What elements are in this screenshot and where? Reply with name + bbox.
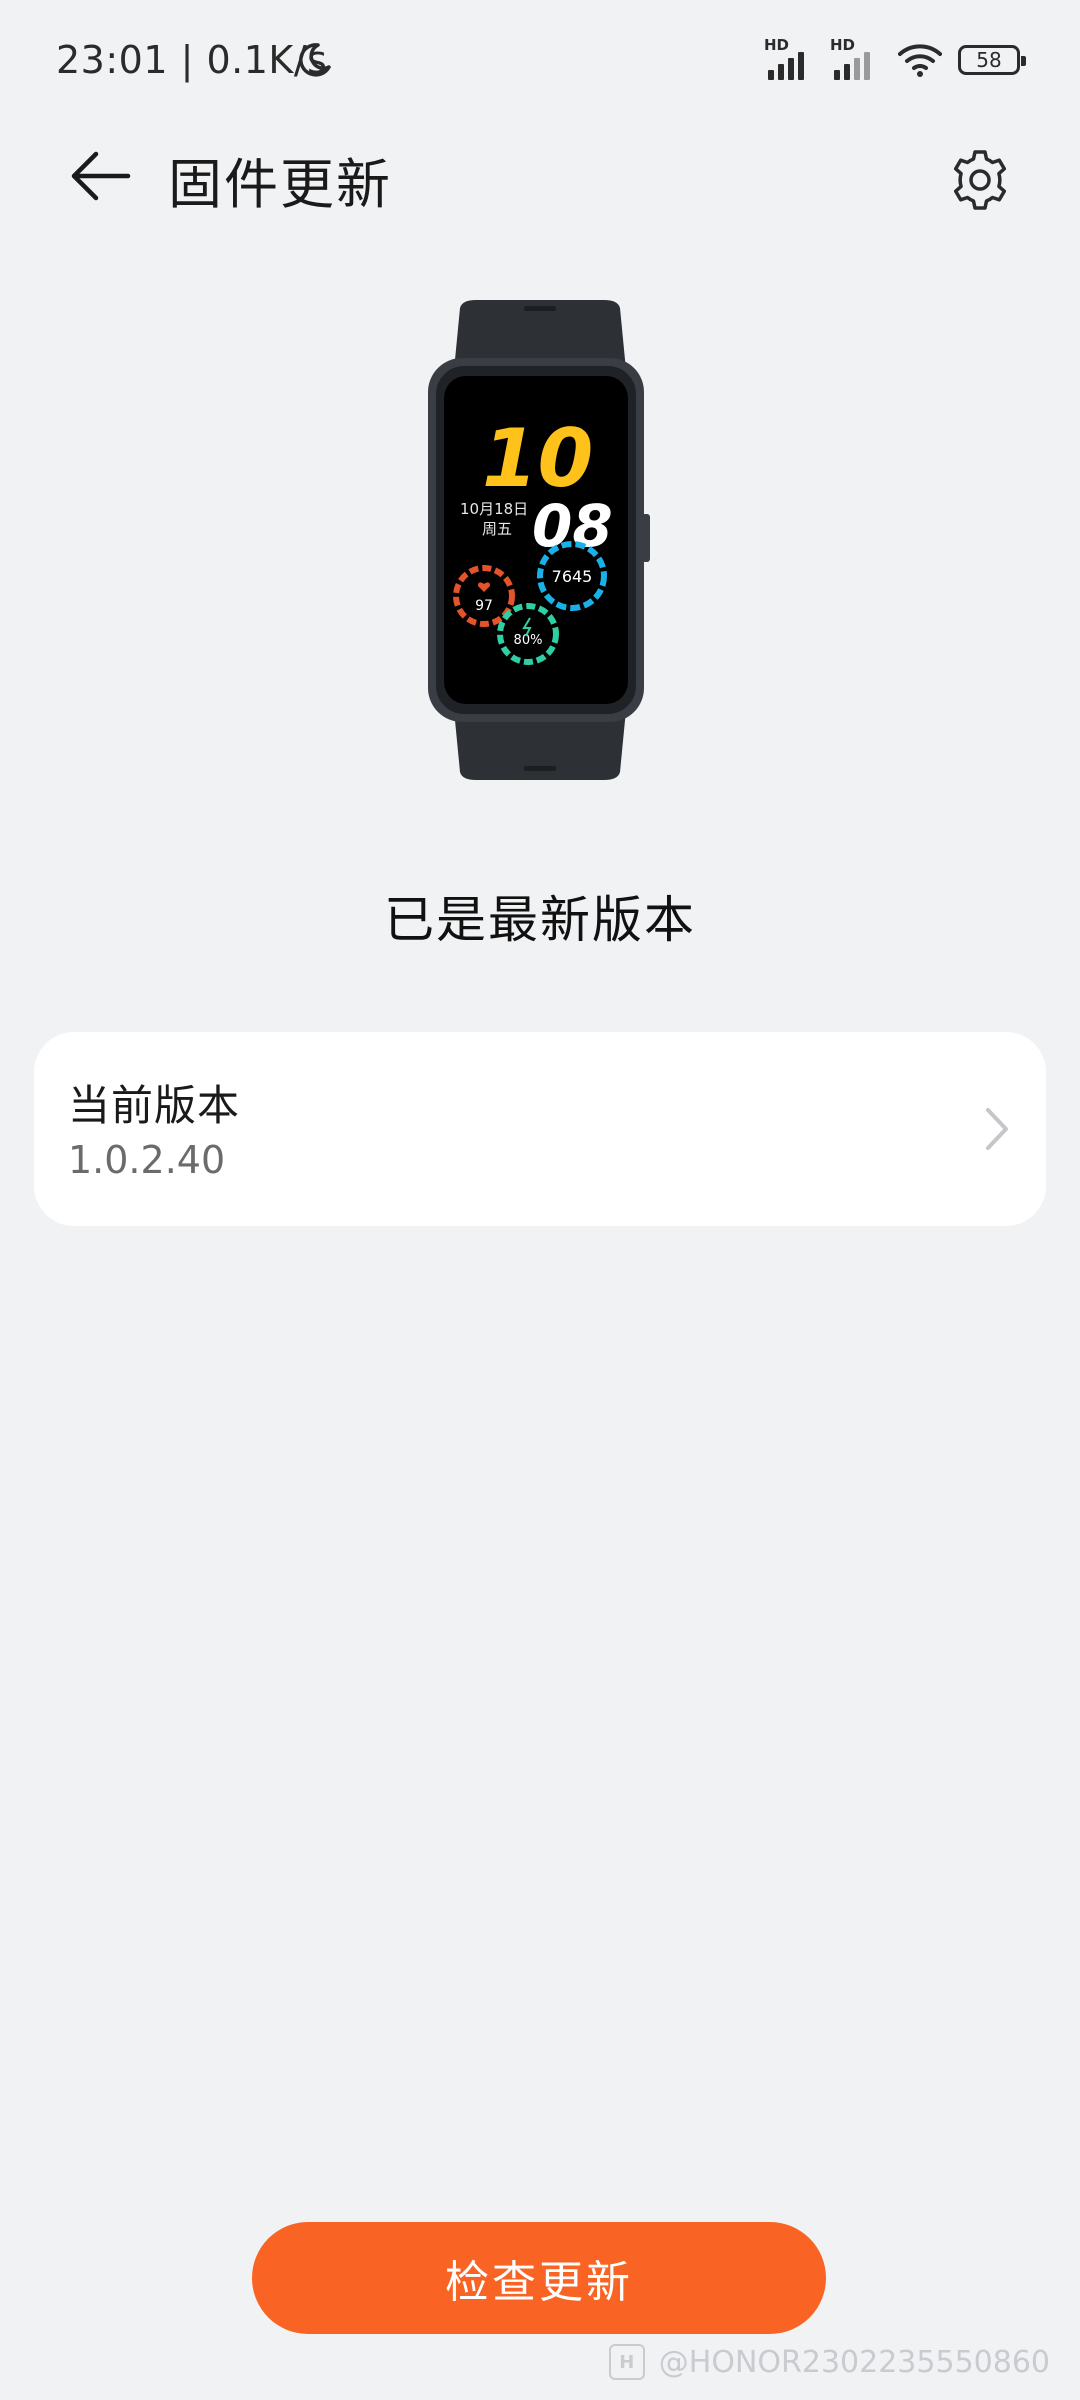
watch-image: 10 08 10月18日 周五 7645 97 80% [428,300,650,780]
chevron-right-icon [986,1108,1008,1150]
watch-steps: 7645 [552,567,593,586]
signal-icon: HD [764,36,816,82]
check-update-button[interactable]: 检查更新 [252,2222,826,2334]
watermark-logo-icon: H [608,2344,645,2380]
update-status-message: 已是最新版本 [384,891,696,949]
back-arrow-icon [71,151,131,201]
wifi-icon [898,44,942,77]
watch-date: 10月18日 [460,500,528,518]
status-icons: HD HD 58 [764,36,1026,82]
watch-battery: 80% [514,633,543,648]
firmware-update-screen: 23:01 | 0.1K/s HD HD 58 固件更新 10 08 10月18… [0,0,1080,2400]
battery-indicator: 58 [958,45,1026,75]
back-button[interactable] [52,128,148,224]
watermark-text: @HONOR2302235550860 [658,2344,1050,2380]
current-version-card[interactable]: 当前版本 1.0.2.40 [34,1032,1046,1226]
status-bar: 23:01 | 0.1K/s HD HD 58 [0,0,1080,126]
page-title: 固件更新 [168,153,392,216]
gear-icon [953,150,1007,210]
status-time: 23:01 | 0.1K/s [56,38,328,82]
watermark: H @HONOR2302235550860 [608,2344,1050,2380]
watch-weekday: 周五 [482,520,512,538]
watch-heart: 97 [475,598,493,614]
current-version-label: 当前版本 [68,1081,241,1130]
watch-minute: 08 [532,492,613,560]
current-version-value: 1.0.2.40 [68,1138,226,1182]
settings-button[interactable] [928,128,1032,232]
moon-icon [299,43,331,77]
signal-icon-2: HD [830,36,882,82]
